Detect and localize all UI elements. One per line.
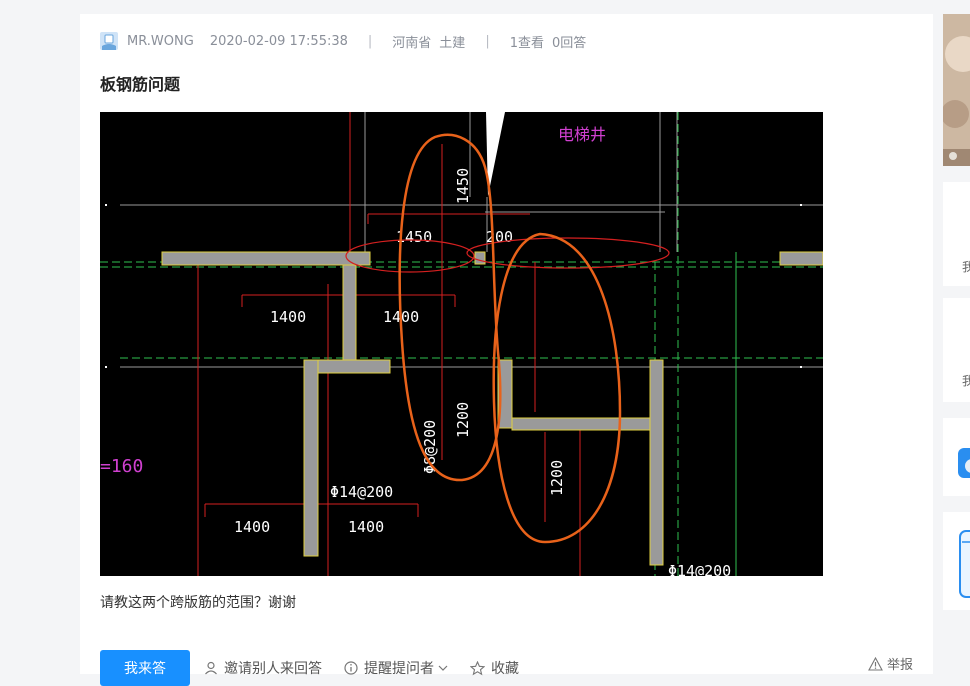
invite-label: 邀请别人来回答 [224, 661, 322, 677]
post-category[interactable]: 土建 [439, 32, 465, 51]
remind-label: 提醒提问者 [364, 661, 434, 677]
elevator-label: 电梯井 [558, 125, 606, 144]
post-province: 河南省 [392, 35, 432, 51]
question-title: 板钢筋问题 [100, 75, 181, 94]
question-description: 请教这两个跨版筋的范围？谢谢 [100, 595, 296, 611]
user-avatar-icon[interactable] [100, 32, 118, 50]
dim-label: 1400 [348, 518, 384, 536]
sidebar-card[interactable]: 我 [943, 298, 970, 402]
post-meta: MR.WONG 2020-02-09 17:55:38 | 河南省 土建 | 1… [100, 31, 586, 51]
phone-icon [959, 530, 970, 598]
meta-separator: | [367, 33, 373, 49]
view-count: 1查看 [509, 35, 544, 51]
app-icon [958, 448, 970, 478]
report-action[interactable]: 举报 [868, 654, 913, 673]
dim-label: 1200 [548, 460, 566, 496]
favorite-label: 收藏 [491, 661, 519, 677]
dim-label: 1400 [270, 308, 306, 326]
question-card: MR.WONG 2020-02-09 17:55:38 | 河南省 土建 | 1… [80, 14, 933, 686]
sidebar-snippet: 我 [962, 260, 970, 274]
answer-button[interactable]: 我来答 [100, 650, 190, 686]
banner-image [943, 14, 970, 166]
slab-thickness-label: =160 [100, 456, 143, 477]
rebar-label: Φ14@200 [668, 562, 731, 576]
rebar-label: Φ14@200 [330, 483, 393, 501]
action-bar: 我来答 邀请别人来回答 提醒提问者 收藏 [100, 650, 541, 686]
report-label: 举报 [887, 658, 914, 673]
cad-drawing: 1450 200 1400 1400 1400 1400 Φ14@200 Φ14… [100, 112, 823, 576]
invite-action[interactable]: 邀请别人来回答 [204, 658, 322, 678]
info-icon [344, 661, 358, 675]
rebar-label: Φ8@200 [421, 420, 439, 474]
answer-count: 0回答 [551, 35, 587, 51]
post-timestamp: 2020-02-09 17:55:38 [209, 33, 348, 49]
dim-label: 1450 [454, 168, 472, 204]
dim-label: 1200 [454, 402, 472, 438]
dim-label: 1400 [234, 518, 270, 536]
remind-action[interactable]: 提醒提问者 [344, 658, 448, 678]
favorite-action[interactable]: 收藏 [470, 658, 519, 678]
chevron-down-icon [438, 665, 448, 671]
question-image[interactable]: 1450 200 1400 1400 1400 1400 Φ14@200 Φ14… [100, 112, 823, 576]
user-icon [205, 661, 217, 675]
sidebar-card[interactable] [943, 512, 970, 610]
star-icon [470, 660, 485, 675]
meta-separator: | [485, 33, 490, 49]
sidebar-snippet: 我 [962, 374, 970, 388]
sidebar-banner[interactable] [943, 14, 970, 166]
sidebar-card[interactable] [943, 418, 970, 496]
author-name[interactable]: MR.WONG [127, 34, 194, 49]
warning-icon [868, 656, 883, 671]
sidebar-card[interactable]: 我 [943, 182, 970, 286]
